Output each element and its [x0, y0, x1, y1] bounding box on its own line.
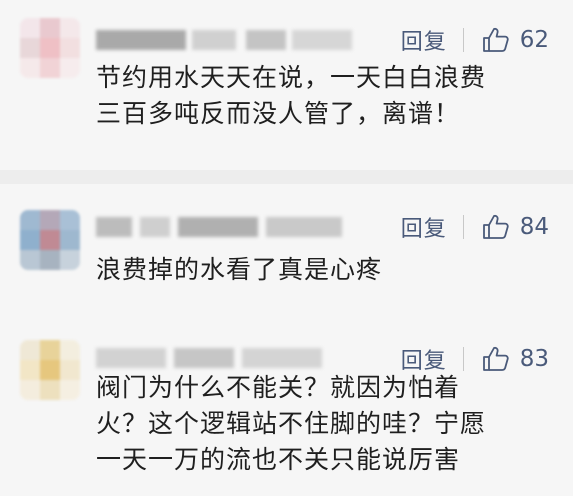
thumbs-up-icon	[482, 27, 509, 52]
card-separator	[0, 170, 573, 184]
thumbs-up-icon	[482, 346, 509, 371]
reply-button[interactable]: 回复	[401, 211, 447, 243]
like-count: 83	[519, 346, 549, 372]
comment-actions: 回复 84	[401, 212, 549, 242]
comment-actions: 回复 62	[401, 25, 549, 55]
comment-text-line: 阀门为什么不能关？就因为怕着	[96, 373, 461, 402]
username-blurred[interactable]	[96, 348, 326, 368]
avatar[interactable]	[20, 18, 80, 78]
comment-text: 浪费掉的水看了真是心疼	[96, 252, 556, 288]
username-blurred[interactable]	[96, 217, 346, 237]
comment-text-line: 一天一万的流也不关只能说厉害	[96, 445, 461, 474]
comment-text-line: 三百多吨反而没人管了，离谱！	[96, 99, 461, 128]
like-button[interactable]: 62	[482, 26, 549, 54]
actions-divider	[462, 347, 464, 371]
avatar[interactable]	[20, 210, 80, 270]
comment-card: 回复 62 节约用水天天在说，一天白白浪费 三百多吨反而没人管了，离谱！	[0, 0, 573, 170]
actions-divider	[462, 215, 464, 239]
comment-text-line: 浪费掉的水看了真是心疼	[96, 255, 383, 284]
username-blurred[interactable]	[96, 30, 356, 50]
actions-divider	[462, 28, 464, 52]
comment-text-line: 节约用水天天在说，一天白白浪费	[96, 63, 487, 92]
comment-text-line: 火？这个逻辑站不住脚的哇？宁愿	[96, 409, 487, 438]
reply-button[interactable]: 回复	[401, 24, 447, 56]
like-button[interactable]: 83	[482, 345, 549, 373]
like-count: 62	[519, 27, 549, 53]
comment-text: 节约用水天天在说，一天白白浪费 三百多吨反而没人管了，离谱！	[96, 60, 556, 132]
comment-card: 回复 84 浪费掉的水看了真是心疼 回复 83 阀门为什么不能关？就因为怕着 火…	[0, 184, 573, 496]
avatar[interactable]	[20, 340, 80, 400]
like-button[interactable]: 84	[482, 213, 549, 241]
like-count: 84	[519, 214, 549, 240]
thumbs-up-icon	[482, 214, 509, 239]
comment-text: 阀门为什么不能关？就因为怕着 火？这个逻辑站不住脚的哇？宁愿 一天一万的流也不关…	[96, 370, 556, 478]
